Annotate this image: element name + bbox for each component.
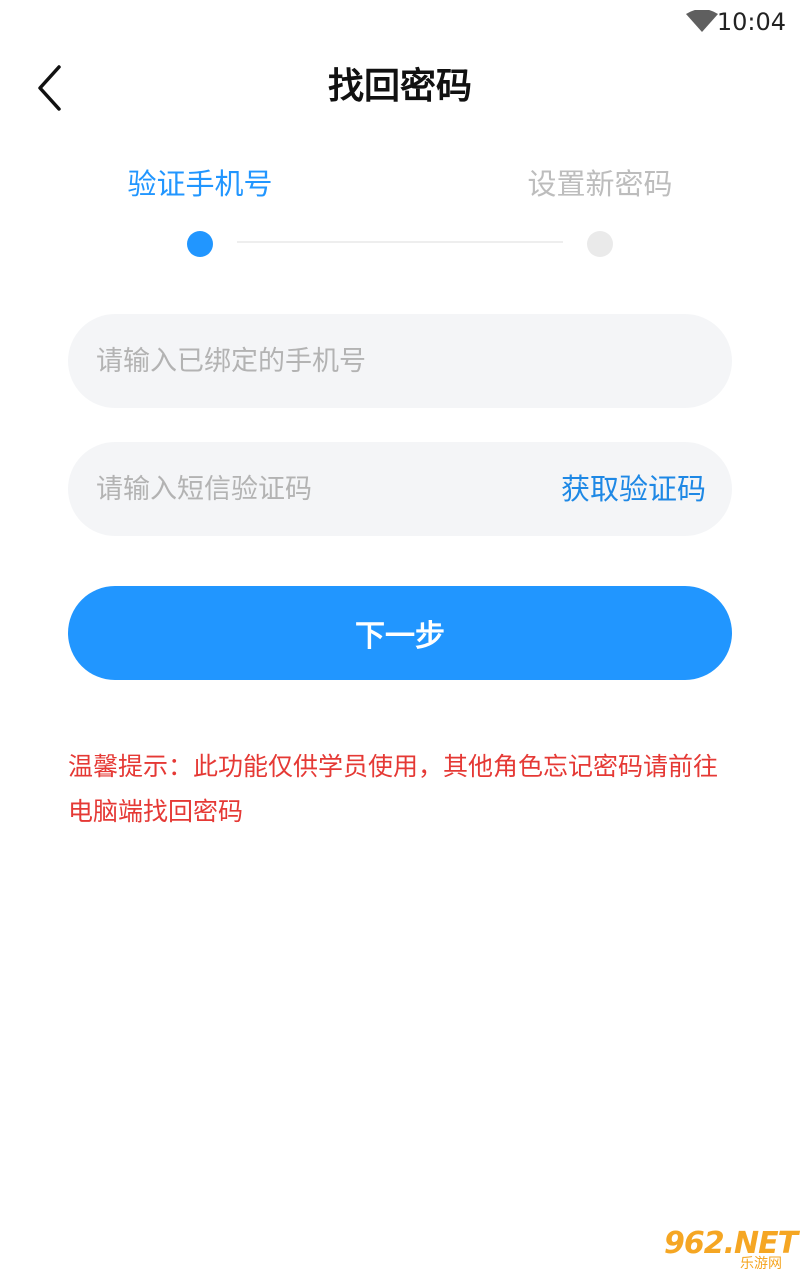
status-clock: 10:04: [716, 8, 786, 36]
step-label-set-password: 设置新密码: [527, 167, 673, 201]
status-bar: 10:04: [0, 0, 800, 44]
step-dot-inactive: [587, 231, 613, 257]
page-title: 找回密码: [327, 66, 472, 107]
watermark-sub: 乐游网: [740, 1256, 782, 1272]
wifi-icon: [686, 10, 718, 32]
step-progress-line: [237, 241, 563, 243]
tip-text: 温馨提示：此功能仅供学员使用，其他角色忘记密码请前往电脑端找回密码: [68, 752, 719, 826]
sms-code-input[interactable]: [96, 442, 536, 536]
code-field: 获取验证码: [68, 442, 732, 536]
next-step-button[interactable]: 下一步: [68, 586, 732, 680]
step-label-verify-phone: 验证手机号: [127, 167, 273, 201]
get-code-button[interactable]: 获取验证码: [561, 442, 706, 536]
watermark-logo: 962.NET 乐游网: [664, 1228, 798, 1274]
step-dot-active: [187, 231, 213, 257]
phone-input[interactable]: [96, 314, 706, 408]
phone-field: [68, 314, 732, 408]
